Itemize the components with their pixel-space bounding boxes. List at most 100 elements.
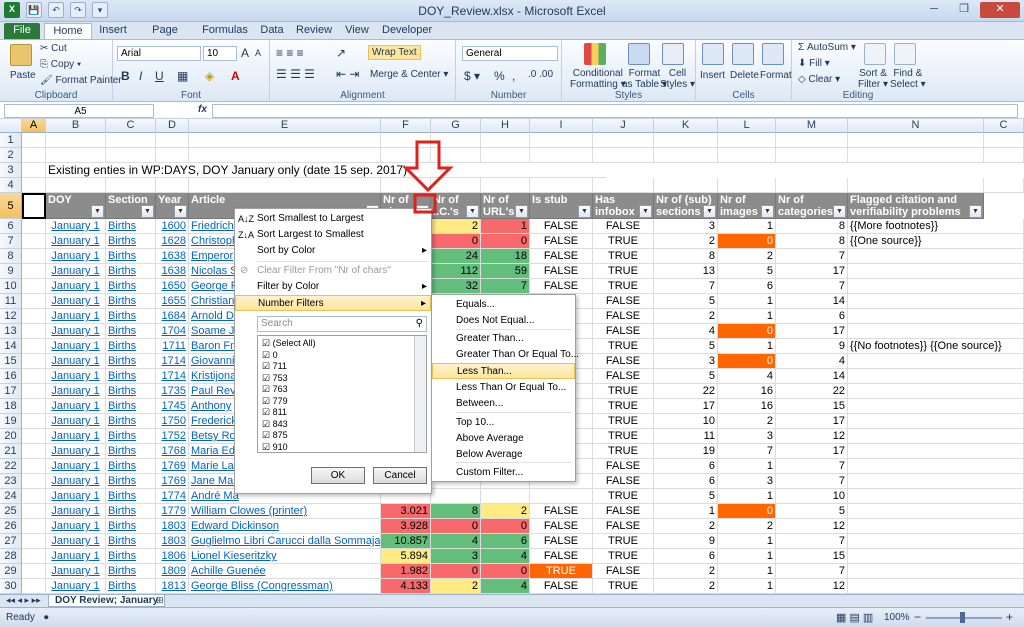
row-header[interactable]: 12	[0, 309, 22, 324]
nr-ic-cell[interactable]: 4	[431, 534, 481, 549]
has-infobox-cell[interactable]: TRUE	[593, 489, 654, 504]
has-infobox-cell[interactable]: FALSE	[593, 564, 654, 579]
has-infobox-cell[interactable]: TRUE	[593, 264, 654, 279]
grow-font-button[interactable]: A	[241, 46, 249, 60]
nr-sections-cell[interactable]: 2	[654, 519, 718, 534]
is-stub-cell[interactable]: FALSE	[530, 264, 593, 279]
row-header[interactable]: 27	[0, 534, 22, 549]
has-infobox-cell[interactable]: FALSE	[593, 294, 654, 309]
is-stub-cell[interactable]: FALSE	[530, 249, 593, 264]
tab-review[interactable]: Review	[296, 23, 332, 39]
nr-sections-cell[interactable]: 13	[654, 264, 718, 279]
nr-chars-cell[interactable]: 1.982	[381, 564, 431, 579]
nr-images-cell[interactable]: 0	[718, 504, 776, 519]
row-header[interactable]: 7	[0, 234, 22, 249]
doy-link[interactable]: January 1	[46, 234, 106, 249]
cell[interactable]	[481, 133, 530, 148]
row-header[interactable]: 11	[0, 294, 22, 309]
column-header[interactable]: D	[156, 119, 189, 133]
section-link[interactable]: Births	[106, 384, 156, 399]
nr-ic-cell[interactable]: 24	[431, 249, 481, 264]
doy-link[interactable]: January 1	[46, 534, 106, 549]
section-link[interactable]: Births	[106, 474, 156, 489]
has-infobox-cell[interactable]: FALSE	[593, 519, 654, 534]
is-stub-cell[interactable]: FALSE	[530, 549, 593, 564]
nr-ic-cell[interactable]: 0	[431, 519, 481, 534]
cell[interactable]	[46, 133, 106, 148]
year-link[interactable]: 1769	[156, 474, 189, 489]
doy-link[interactable]: January 1	[46, 474, 106, 489]
doy-link[interactable]: January 1	[46, 549, 106, 564]
section-link[interactable]: Births	[106, 549, 156, 564]
nr-categories-cell[interactable]: 7	[776, 564, 848, 579]
cell-styles-icon[interactable]	[662, 43, 684, 65]
column-header[interactable]: J	[593, 119, 654, 133]
doy-link[interactable]: January 1	[46, 264, 106, 279]
cell[interactable]	[530, 148, 593, 163]
number-filter-option[interactable]: Equals...	[432, 297, 575, 313]
column-header[interactable]: F	[381, 119, 431, 133]
ok-button[interactable]: OK	[311, 467, 365, 484]
zoom-in-button[interactable]: +	[1006, 610, 1013, 624]
flagged-cell[interactable]	[848, 354, 1024, 369]
nr-categories-cell[interactable]: 12	[776, 519, 848, 534]
nr-categories-cell[interactable]: 7	[776, 249, 848, 264]
row-header[interactable]: 30	[0, 579, 22, 594]
filter-dropdown-button[interactable]: ▼	[833, 205, 846, 218]
nr-sections-cell[interactable]: 6	[654, 474, 718, 489]
year-link[interactable]: 1600	[156, 219, 189, 234]
nr-url-cell[interactable]: 6	[481, 534, 530, 549]
align-top-icon[interactable]: ≡ ≡ ≡	[276, 46, 304, 60]
nr-categories-cell[interactable]: 5	[776, 504, 848, 519]
section-link[interactable]: Births	[106, 369, 156, 384]
merge-center-button[interactable]: Merge & Center ▾	[370, 69, 448, 80]
section-link[interactable]: Births	[106, 504, 156, 519]
tab-page-layout[interactable]: Page Layout	[136, 23, 194, 51]
checkbox-icon[interactable]: ☑	[262, 407, 273, 417]
flagged-cell[interactable]	[848, 414, 1024, 429]
find-select-button[interactable]: Find & Select ▾	[890, 68, 926, 90]
cell[interactable]	[530, 178, 593, 193]
article-link[interactable]: George Bliss (Congressman)	[189, 579, 381, 594]
nr-sections-cell[interactable]: 3	[654, 219, 718, 234]
has-infobox-cell[interactable]: TRUE	[593, 549, 654, 564]
filter-values-list[interactable]: ☑ (Select All) ☑ 0 ☑ 711 ☑ 753 ☑ 763 ☑ 779 ☑ 8…	[257, 335, 427, 453]
nr-images-cell[interactable]: 3	[718, 429, 776, 444]
row-header[interactable]: 1	[0, 133, 22, 148]
nr-ic-cell[interactable]: 3	[431, 549, 481, 564]
filter-dropdown-button[interactable]: ▼	[515, 205, 528, 218]
tab-developer[interactable]: Developer	[382, 23, 432, 39]
section-link[interactable]: Births	[106, 309, 156, 324]
cell[interactable]	[654, 148, 718, 163]
cell[interactable]	[22, 133, 46, 148]
nr-sections-cell[interactable]: 5	[654, 369, 718, 384]
nr-images-cell[interactable]: 0	[718, 234, 776, 249]
checkbox-icon[interactable]: ☑	[262, 384, 273, 394]
row-header[interactable]: 17	[0, 384, 22, 399]
filter-value-item[interactable]: ☑ 711	[262, 361, 287, 372]
checkbox-icon[interactable]: ☑	[262, 373, 273, 383]
cell[interactable]	[46, 178, 106, 193]
cell[interactable]	[776, 133, 848, 148]
filter-dropdown-button[interactable]: ▼	[639, 205, 652, 218]
nr-sections-cell[interactable]: 2	[654, 234, 718, 249]
row-header[interactable]: 6	[0, 219, 22, 234]
nr-sections-cell[interactable]: 1	[654, 504, 718, 519]
formula-input[interactable]	[212, 104, 1018, 118]
year-link[interactable]: 1752	[156, 429, 189, 444]
has-infobox-cell[interactable]: TRUE	[593, 429, 654, 444]
nr-images-cell[interactable]: 1	[718, 489, 776, 504]
nr-url-cell[interactable]: 0	[481, 564, 530, 579]
nr-chars-cell[interactable]: 4.133	[381, 579, 431, 594]
section-link[interactable]: Births	[106, 519, 156, 534]
nr-images-cell[interactable]: 1	[718, 339, 776, 354]
nr-images-cell[interactable]: 16	[718, 384, 776, 399]
row-header[interactable]: 25	[0, 504, 22, 519]
nr-sections-cell[interactable]: 4	[654, 324, 718, 339]
is-stub-cell[interactable]: FALSE	[530, 279, 593, 294]
row-header[interactable]: 13	[0, 324, 22, 339]
cell[interactable]	[22, 264, 46, 279]
row-header[interactable]: 8	[0, 249, 22, 264]
nr-images-cell[interactable]: 1	[718, 579, 776, 594]
has-infobox-cell[interactable]: TRUE	[593, 234, 654, 249]
